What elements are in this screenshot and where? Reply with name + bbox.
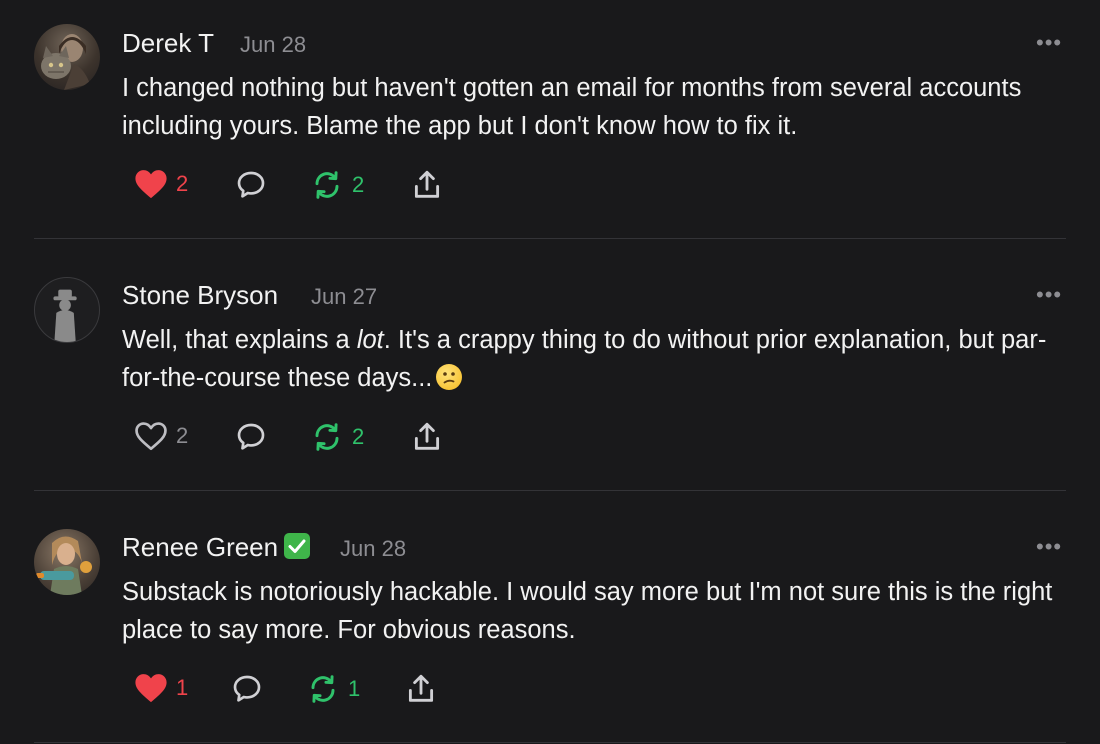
avatar[interactable] [34, 529, 100, 595]
like-count: 1 [176, 675, 189, 700]
reply-button[interactable] [230, 673, 264, 705]
share-button[interactable] [404, 672, 438, 706]
restack-count: 1 [348, 676, 361, 701]
heart-icon [135, 674, 167, 703]
restack-icon [311, 675, 335, 703]
check-mark-button-icon [284, 533, 311, 559]
share-icon [408, 674, 434, 702]
comment-text: Substack is notoriously hackable. I woul… [122, 578, 1053, 644]
woman-with-blaster-avatar-image [36, 536, 92, 595]
author-name[interactable]: Renee Green [122, 532, 311, 563]
like-button[interactable]: 1 [134, 672, 188, 704]
divider [34, 742, 1066, 743]
comment-item: Renee Green Jun 28 ••• Substack is notor… [0, 0, 1100, 744]
comment-icon [233, 675, 261, 702]
comment-date: Jun 28 [340, 536, 407, 561]
more-icon[interactable]: ••• [1036, 534, 1062, 560]
restack-button[interactable]: 1 [306, 673, 360, 705]
author-name-label: Renee Green [122, 532, 279, 562]
